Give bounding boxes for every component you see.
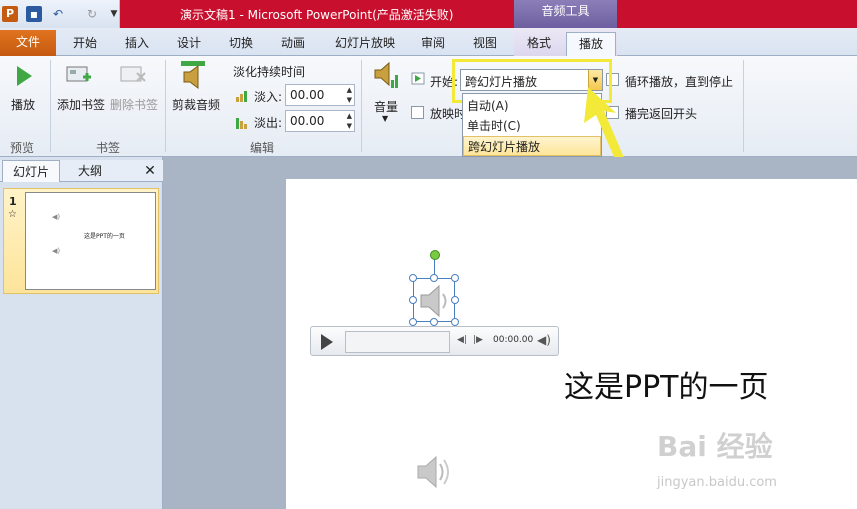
quick-access-toolbar: P ▪ ↶ ↻ ▼ — [0, 0, 120, 28]
play-button-label[interactable]: 播放 — [11, 96, 35, 113]
fade-out-label: 淡出: — [254, 116, 283, 130]
volume-icon[interactable] — [372, 60, 402, 92]
fade-out-value[interactable]: 00.00 — [290, 114, 324, 128]
transition-star-icon: ☆ — [8, 209, 17, 220]
tab-slides[interactable]: 幻灯片 — [2, 160, 60, 182]
speaker-icon[interactable] — [414, 452, 458, 492]
powerpoint-logo-icon[interactable]: P — [2, 6, 18, 22]
tab-outline[interactable]: 大纲 — [62, 160, 118, 182]
pane-tabs: 幻灯片 大纲 ✕ — [0, 160, 163, 182]
hide-during-show-label: 放映时 — [430, 107, 467, 121]
player-volume-icon[interactable]: ◀) — [537, 333, 551, 347]
hide-during-show-checkbox[interactable] — [411, 106, 424, 119]
tab-animations[interactable]: 动画 — [268, 32, 318, 56]
trim-audio-icon[interactable] — [180, 60, 208, 90]
tab-review[interactable]: 审阅 — [410, 32, 456, 56]
selection-box — [413, 278, 455, 322]
start-option-icon — [411, 72, 425, 85]
tab-format[interactable]: 格式 — [514, 32, 564, 56]
group-separator — [165, 60, 166, 152]
audio-tools-context-label: 音频工具 — [514, 0, 617, 28]
group-preview-label: 预览 — [10, 141, 35, 155]
tab-slideshow[interactable]: 幻灯片放映 — [322, 32, 408, 56]
redo-icon[interactable]: ↻ — [84, 6, 100, 22]
add-bookmark-label[interactable]: 添加书签 — [57, 96, 105, 113]
trim-audio-label[interactable]: 剪裁音频 — [172, 96, 220, 113]
speaker-icon: ◀) — [52, 213, 61, 221]
resize-handle[interactable] — [451, 274, 459, 282]
rotation-handle[interactable] — [430, 250, 440, 260]
thumbnail-text: 这是PPT的一页 — [84, 233, 125, 240]
resize-handle[interactable] — [409, 296, 417, 304]
fade-duration-title: 淡化持续时间 — [233, 65, 306, 79]
fade-in-stepper[interactable]: 00.00 ▲ ▼ — [285, 84, 355, 106]
watermark-logo: Bai 经验 — [657, 430, 773, 463]
resize-handle[interactable] — [430, 318, 438, 326]
fade-out-stepper[interactable]: 00.00 ▲ ▼ — [285, 110, 355, 132]
customize-qat-icon[interactable]: ▼ — [106, 6, 122, 22]
group-separator — [743, 60, 744, 152]
watermark-url: jingyan.baidu.com — [657, 475, 777, 490]
fade-in-value[interactable]: 00.00 — [290, 88, 324, 102]
fade-out-icon — [236, 118, 247, 129]
add-bookmark-icon[interactable] — [66, 65, 94, 87]
speaker-icon: ◀) — [52, 247, 61, 255]
stepper-arrows-icon[interactable]: ▲ ▼ — [347, 111, 352, 131]
volume-dropdown-arrow-icon[interactable]: ▼ — [382, 114, 388, 123]
audio-player-bar: ◀| |▶ 00:00.00 ◀) — [310, 326, 559, 356]
slide-text[interactable]: 这是PPT的一页 — [564, 362, 769, 406]
volume-label[interactable]: 音量 — [374, 98, 398, 115]
tab-file[interactable]: 文件 — [0, 30, 56, 56]
title-bar: P ▪ ↶ ↻ ▼ 演示文稿1 - Microsoft PowerPoint(产… — [0, 0, 857, 28]
resize-handle[interactable] — [409, 274, 417, 282]
ribbon-tabs: 文件 开始 插入 设计 切换 动画 幻灯片放映 审阅 视图 格式 播放 — [0, 28, 857, 57]
group-separator — [361, 60, 362, 152]
save-icon[interactable]: ▪ — [26, 6, 42, 22]
tab-insert[interactable]: 插入 — [112, 32, 162, 56]
slide-thumbnail-item[interactable]: 1 ☆ ◀) ◀) 这是PPT的一页 — [3, 188, 159, 294]
fade-in-icon — [236, 91, 247, 102]
delete-bookmark-label: 删除书签 — [110, 98, 159, 112]
tab-transitions[interactable]: 切换 — [216, 32, 266, 56]
fade-in-label: 淡入: — [254, 90, 283, 104]
slide-number: 1 — [9, 195, 17, 208]
resize-handle[interactable] — [451, 318, 459, 326]
tab-playback[interactable]: 播放 — [566, 32, 616, 57]
skip-back-icon[interactable]: ◀| — [457, 335, 467, 345]
skip-forward-icon[interactable]: |▶ — [473, 335, 483, 345]
resize-handle[interactable] — [409, 318, 417, 326]
resize-handle[interactable] — [430, 274, 438, 282]
tab-home[interactable]: 开始 — [60, 32, 110, 56]
resize-handle[interactable] — [451, 296, 459, 304]
group-editing-label: 编辑 — [250, 141, 275, 155]
player-time: 00:00.00 — [493, 335, 534, 345]
tab-design[interactable]: 设计 — [164, 32, 214, 56]
ribbon-panel: 播放 预览 添加书签 删除书签 书签 剪裁音频 淡化持续时间 淡入: 00.00… — [0, 56, 857, 157]
player-play-icon[interactable] — [321, 334, 333, 350]
group-separator — [50, 60, 51, 152]
undo-icon[interactable]: ↶ — [50, 6, 66, 22]
close-icon[interactable]: ✕ — [140, 160, 160, 182]
stepper-arrows-icon[interactable]: ▲ ▼ — [347, 85, 352, 105]
tab-view[interactable]: 视图 — [460, 32, 510, 56]
player-progress-track[interactable] — [345, 331, 450, 353]
delete-bookmark-icon — [120, 66, 146, 82]
play-icon[interactable] — [14, 64, 34, 88]
slides-pane: 幻灯片 大纲 ✕ 1 ☆ ◀) ◀) 这是PPT的一页 — [0, 157, 163, 509]
window-title: 演示文稿1 - Microsoft PowerPoint(产品激活失败) — [180, 8, 454, 22]
group-bookmarks-label: 书签 — [96, 141, 121, 155]
slide-thumbnail[interactable]: ◀) ◀) 这是PPT的一页 — [25, 192, 156, 290]
